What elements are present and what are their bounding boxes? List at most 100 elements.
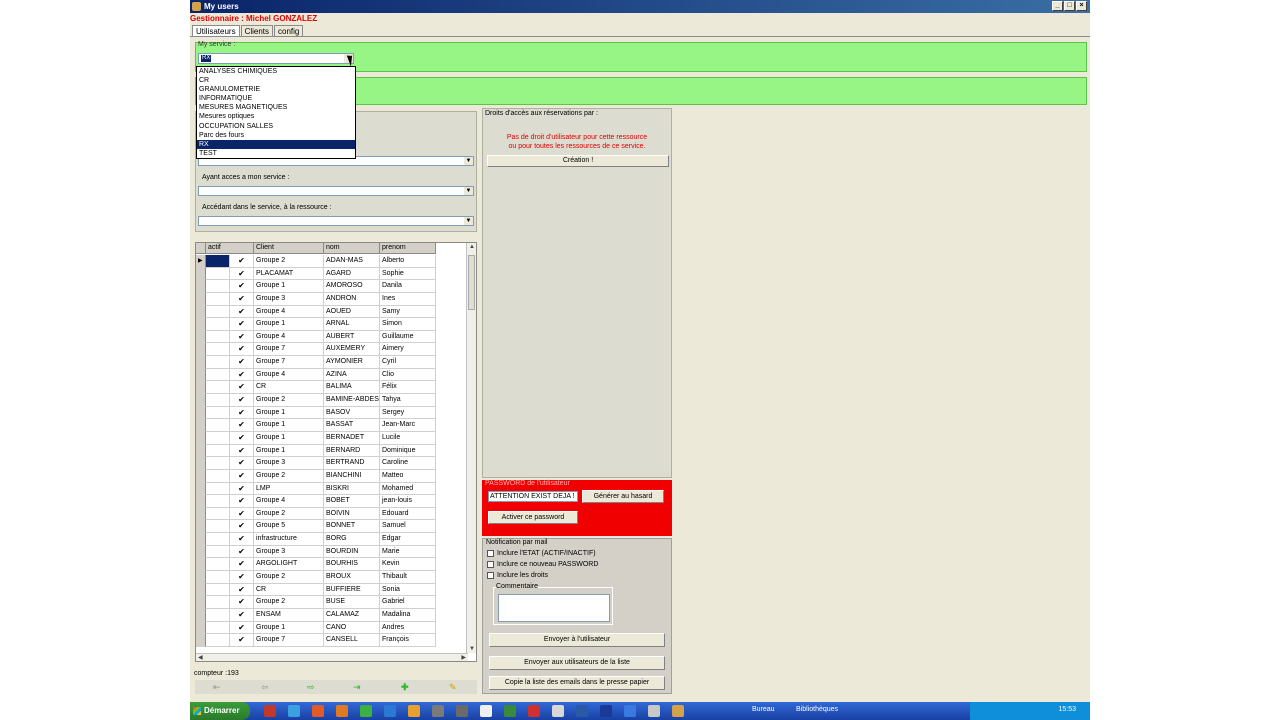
table-row[interactable]: ✔ Groupe 4 AOUED Samy: [196, 305, 436, 319]
dropdown-option[interactable]: ANALYSES CHIMIQUES: [197, 67, 355, 76]
dropdown-option[interactable]: INFORMATIQUE: [197, 94, 355, 103]
actif-checkbox[interactable]: ✔: [230, 621, 254, 635]
nom-cell[interactable]: BISKRI: [324, 482, 380, 496]
pdf-quicklaunch-icon[interactable]: [528, 705, 540, 717]
chevron-down-icon[interactable]: ▼: [464, 157, 473, 165]
table-row[interactable]: ✔ Groupe 4 AZINA Clio: [196, 368, 436, 382]
checkbox[interactable]: [487, 550, 494, 557]
comment-textarea[interactable]: [498, 594, 610, 622]
dropdown-option[interactable]: TEST: [197, 149, 355, 158]
actif-checkbox[interactable]: ✔: [230, 608, 254, 622]
row-selector[interactable]: [196, 267, 206, 281]
chevron-down-icon[interactable]: ▼: [464, 187, 473, 195]
table-row[interactable]: ✔ infrastructure BORG Edgar: [196, 533, 436, 546]
client-cell[interactable]: Groupe 5: [254, 520, 324, 534]
prenom-cell[interactable]: Samy: [380, 305, 436, 319]
notif-option-droits[interactable]: Inclure les droits: [487, 572, 548, 579]
prenom-cell[interactable]: Tahya: [380, 394, 436, 407]
edit-pencil-icon[interactable]: ✎: [449, 682, 457, 692]
actif-checkbox[interactable]: ✔: [230, 292, 254, 306]
row-selector[interactable]: [196, 406, 206, 420]
nom-cell[interactable]: AUXEMERY: [324, 343, 380, 357]
client-cell[interactable]: ENSAM: [254, 608, 324, 622]
tool-quicklaunch-icon[interactable]: [432, 705, 444, 717]
table-row[interactable]: ✔ Groupe 7 CANSELL François: [196, 634, 436, 647]
app-quicklaunch-icon[interactable]: [264, 705, 276, 717]
vertical-scrollbar[interactable]: ▲ ▼: [466, 243, 476, 653]
prenom-cell[interactable]: Edouard: [380, 507, 436, 521]
dropdown-option[interactable]: OCCUPATION SALLES: [197, 122, 355, 131]
actif-checkbox[interactable]: ✔: [230, 255, 254, 268]
actif-checkbox[interactable]: ✔: [230, 368, 254, 382]
my-users-task-icon[interactable]: [672, 705, 684, 717]
table-row[interactable]: ✔ Groupe 1 BERNARD Dominique: [196, 444, 436, 458]
prenom-cell[interactable]: Sergey: [380, 406, 436, 420]
client-cell[interactable]: CR: [254, 381, 324, 395]
row-selector[interactable]: [196, 431, 206, 445]
nom-cell[interactable]: BAMINE-ABDES: [324, 394, 380, 407]
row-selector[interactable]: [196, 292, 206, 306]
table-row[interactable]: ✔ Groupe 4 BOBET jean-louis: [196, 495, 436, 508]
title-bar[interactable]: My users _ □ ×: [190, 0, 1090, 13]
prenom-cell[interactable]: Jean-Marc: [380, 419, 436, 432]
my-service-combo[interactable]: RX ▼: [198, 53, 354, 64]
column-header-actif[interactable]: actif: [206, 243, 254, 254]
checkbox[interactable]: [487, 561, 494, 568]
prenom-cell[interactable]: Aimery: [380, 343, 436, 357]
client-cell[interactable]: CR: [254, 583, 324, 597]
table-row[interactable]: ✔ Groupe 2 BROUX Thibault: [196, 571, 436, 584]
row-selector[interactable]: [196, 280, 206, 293]
client-cell[interactable]: infrastructure: [254, 533, 324, 546]
maximize-button[interactable]: □: [1064, 1, 1075, 11]
activate-password-button[interactable]: Activer ce password: [488, 511, 578, 524]
row-selector[interactable]: [196, 608, 206, 622]
row-selector[interactable]: [196, 457, 206, 470]
scroll-left-icon[interactable]: ◀: [198, 654, 203, 661]
first-record-icon[interactable]: ⇤: [213, 682, 221, 692]
row-selector[interactable]: [196, 634, 206, 647]
dropdown-option[interactable]: GRANULOMETRIE: [197, 85, 355, 94]
prenom-cell[interactable]: Thibault: [380, 571, 436, 584]
actif-checkbox[interactable]: ✔: [230, 330, 254, 344]
actif-checkbox[interactable]: ✔: [230, 356, 254, 369]
actif-checkbox[interactable]: ✔: [230, 444, 254, 458]
actif-checkbox[interactable]: ✔: [230, 318, 254, 331]
client-cell[interactable]: Groupe 3: [254, 292, 324, 306]
actif-checkbox[interactable]: ✔: [230, 469, 254, 483]
prenom-cell[interactable]: Andres: [380, 621, 436, 635]
actif-checkbox[interactable]: ✔: [230, 394, 254, 407]
prenom-cell[interactable]: Samuel: [380, 520, 436, 534]
checkbox[interactable]: [487, 572, 494, 579]
nom-cell[interactable]: BOIVIN: [324, 507, 380, 521]
table-row[interactable]: ✔ Groupe 1 AMOROSO Danila: [196, 280, 436, 293]
password-input[interactable]: ATTENTION EXIST DEJA !: [488, 491, 578, 502]
client-cell[interactable]: Groupe 2: [254, 255, 324, 268]
nom-cell[interactable]: BERNADET: [324, 431, 380, 445]
lock-quicklaunch-icon[interactable]: [552, 705, 564, 717]
client-cell[interactable]: ARGOLIGHT: [254, 558, 324, 572]
outlook-quicklaunch-icon[interactable]: [576, 705, 588, 717]
nom-cell[interactable]: BONNET: [324, 520, 380, 534]
nom-cell[interactable]: BIANCHINI: [324, 469, 380, 483]
client-cell[interactable]: Groupe 1: [254, 280, 324, 293]
actif-checkbox[interactable]: ✔: [230, 457, 254, 470]
nom-cell[interactable]: AYMONIER: [324, 356, 380, 369]
calculator-quicklaunch-icon[interactable]: [648, 705, 660, 717]
row-selector[interactable]: [196, 444, 206, 458]
chrome-quicklaunch-icon[interactable]: [360, 705, 372, 717]
client-cell[interactable]: LMP: [254, 482, 324, 496]
bibliotheques-toolbar[interactable]: Bibliothèques: [796, 706, 838, 713]
client-cell[interactable]: Groupe 7: [254, 634, 324, 647]
prenom-cell[interactable]: Marie: [380, 545, 436, 559]
nom-cell[interactable]: BUSE: [324, 596, 380, 609]
table-row[interactable]: ✔ Groupe 1 BERNADET Lucile: [196, 431, 436, 445]
shield-quicklaunch-icon[interactable]: [312, 705, 324, 717]
table-row[interactable]: ✔ Groupe 5 BONNET Samuel: [196, 520, 436, 534]
next-record-icon[interactable]: ⇨: [307, 682, 315, 692]
scroll-down-icon[interactable]: ▼: [469, 646, 475, 652]
client-cell[interactable]: Groupe 4: [254, 368, 324, 382]
actif-checkbox[interactable]: ✔: [230, 431, 254, 445]
client-cell[interactable]: Groupe 1: [254, 406, 324, 420]
client-cell[interactable]: Groupe 3: [254, 457, 324, 470]
actif-checkbox[interactable]: ✔: [230, 596, 254, 609]
